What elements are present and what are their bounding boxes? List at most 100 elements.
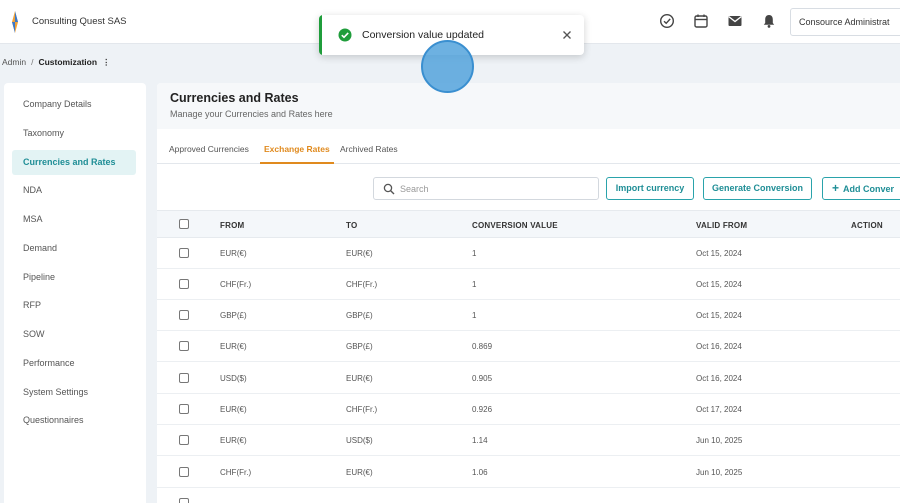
cell-conversion-value: 1.06 [472, 468, 488, 477]
cell-valid-from: Oct 15, 2024 [696, 280, 742, 289]
cell-valid-from: Oct 16, 2024 [696, 374, 742, 383]
import-currency-button[interactable]: Import currency [606, 177, 694, 200]
table-row: USD($) EUR(€) 0.905 Oct 16, 2024 [157, 363, 900, 394]
company-logo-icon [12, 11, 18, 33]
cell-conversion-value: 1 [472, 311, 477, 320]
cell-from: USD($) [220, 374, 247, 383]
column-header-conversion-value: CONVERSION VALUE [472, 221, 558, 230]
cell-to: GBP(£) [346, 311, 373, 320]
calendar-icon[interactable] [693, 13, 709, 29]
cell-from: CHF(Fr.) [220, 468, 252, 477]
cell-to: CHF(Fr.) [346, 405, 378, 414]
cell-to: USD($) [346, 436, 373, 445]
close-icon[interactable] [560, 28, 574, 42]
breadcrumb-separator: / [31, 57, 34, 67]
table-row: GBP(£) GBP(£) 1 Oct 15, 2024 [157, 300, 900, 331]
search-box[interactable] [373, 177, 599, 200]
row-checkbox[interactable] [179, 467, 189, 477]
toast-status-bar [319, 15, 322, 55]
page-header: Currencies and Rates Manage your Currenc… [157, 83, 900, 129]
cell-conversion-value: 0.905 [472, 374, 493, 383]
cell-from: GBP(£) [220, 311, 247, 320]
cell-valid-from: Oct 15, 2024 [696, 249, 742, 258]
notification-bell-icon[interactable] [761, 13, 777, 29]
sidebar-item-nda[interactable]: NDA [12, 178, 136, 203]
row-checkbox[interactable] [179, 435, 189, 445]
cell-to: EUR(€) [346, 249, 373, 258]
user-name: Consource Administrat [799, 17, 890, 27]
cell-valid-from: Oct 17, 2024 [696, 405, 742, 414]
table-row: CHF(Fr.) EUR(€) 1.06 Jun 10, 2025 [157, 457, 900, 488]
tasks-check-icon[interactable] [659, 13, 675, 29]
select-all-checkbox[interactable] [179, 219, 189, 229]
cell-conversion-value: 0.926 [472, 405, 493, 414]
cell-conversion-value: 0.869 [472, 342, 493, 351]
column-header-action: ACTION [851, 221, 883, 230]
toast-message: Conversion value updated [362, 29, 485, 41]
cell-conversion-value: 1 [472, 249, 477, 258]
row-checkbox[interactable] [179, 310, 189, 320]
table-row: CHF(Fr.) CHF(Fr.) 1 Oct 15, 2024 [157, 269, 900, 300]
breadcrumb-customization: Customization [38, 57, 98, 67]
row-checkbox[interactable] [179, 279, 189, 289]
tab-approved-currencies[interactable]: Approved Currencies [169, 144, 249, 164]
column-header-from: FROM [220, 221, 245, 230]
add-conversion-label: Add Conver [843, 184, 895, 194]
table-row: EUR(€) CHF(Fr.) 0.926 Oct 17, 2024 [157, 394, 900, 425]
cell-valid-from: Oct 16, 2024 [696, 342, 742, 351]
table-row: EUR(€) USD($) 1.14 Jun 10, 2025 [157, 425, 900, 456]
sidebar-item-company-details[interactable]: Company Details [12, 92, 136, 117]
column-header-valid-from: VALID FROM [696, 221, 748, 230]
table-row: EUR(€) GBP(£) 0.869 Oct 16, 2024 [157, 331, 900, 362]
success-check-icon [338, 28, 352, 42]
tab-bar: Approved Currencies Exchange Rates Archi… [157, 138, 900, 164]
page-subtitle: Manage your Currencies and Rates here [170, 109, 333, 119]
sidebar-item-currencies-and-rates[interactable]: Currencies and Rates [12, 150, 136, 175]
cell-valid-from: Oct 15, 2024 [696, 311, 742, 320]
tab-exchange-rates[interactable]: Exchange Rates [260, 144, 334, 164]
click-indicator [421, 40, 474, 93]
table-row: EUR(€) EUR(€) 1 Oct 15, 2024 [157, 238, 900, 269]
sidebar-item-taxonomy[interactable]: Taxonomy [12, 121, 136, 146]
sidebar-item-questionnaires[interactable]: Questionnaires [12, 408, 136, 433]
breadcrumb-admin[interactable]: Admin [2, 57, 26, 67]
row-checkbox[interactable] [179, 373, 189, 383]
user-menu[interactable]: Consource Administrat [790, 8, 900, 36]
column-header-to: TO [346, 221, 358, 230]
search-input[interactable] [400, 181, 590, 197]
cell-to: GBP(£) [346, 342, 373, 351]
sidebar-item-demand[interactable]: Demand [12, 236, 136, 261]
sidebar-item-sow[interactable]: SOW [12, 322, 136, 347]
row-checkbox[interactable] [179, 404, 189, 414]
search-icon [383, 183, 395, 195]
table-header: FROM TO CONVERSION VALUE VALID FROM ACTI… [157, 210, 900, 238]
mail-icon[interactable] [727, 13, 743, 29]
row-checkbox[interactable] [179, 498, 189, 503]
cell-from: EUR(€) [220, 436, 247, 445]
sidebar-item-performance[interactable]: Performance [12, 351, 136, 376]
sidebar-item-system-settings[interactable]: System Settings [12, 380, 136, 405]
generate-conversion-button[interactable]: Generate Conversion [703, 177, 812, 200]
main-panel: Currencies and Rates Manage your Currenc… [157, 83, 900, 503]
sidebar-item-msa[interactable]: MSA [12, 207, 136, 232]
page-title: Currencies and Rates [170, 91, 299, 105]
row-checkbox[interactable] [179, 341, 189, 351]
more-options-icon[interactable]: ⋮ [102, 57, 110, 67]
cell-valid-from: Jun 10, 2025 [696, 436, 743, 445]
cell-conversion-value: 1.14 [472, 436, 488, 445]
cell-conversion-value: 1 [472, 280, 477, 289]
cell-from: EUR(€) [220, 405, 247, 414]
row-checkbox[interactable] [179, 248, 189, 258]
cell-to: EUR(€) [346, 468, 373, 477]
cell-to: CHF(Fr.) [346, 280, 378, 289]
sidebar-item-rfp[interactable]: RFP [12, 293, 136, 318]
breadcrumb: Admin / Customization ⋮ [2, 57, 110, 68]
sidebar-item-pipeline[interactable]: Pipeline [12, 265, 136, 290]
cell-from: CHF(Fr.) [220, 280, 252, 289]
table-row-partial [157, 488, 900, 503]
tab-archived-rates[interactable]: Archived Rates [340, 144, 398, 164]
cell-from: EUR(€) [220, 249, 247, 258]
cell-from: EUR(€) [220, 342, 247, 351]
add-conversion-button[interactable]: + Add Conver [822, 177, 900, 200]
sidebar: Company Details Taxonomy Currencies and … [4, 83, 146, 503]
